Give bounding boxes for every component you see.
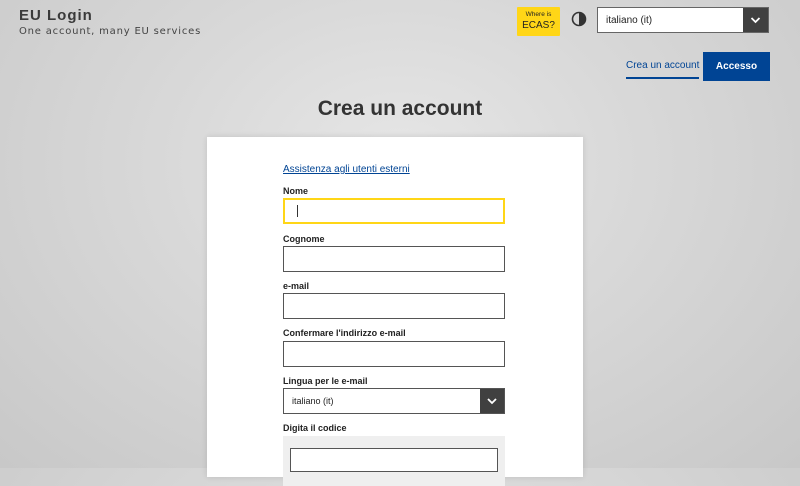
login-button[interactable]: Accesso	[703, 52, 770, 81]
email-input[interactable]	[283, 293, 505, 319]
email-label: e-mail	[283, 281, 310, 291]
email-language-label: Lingua per le e-mail	[283, 376, 368, 386]
first-name-label: Nome	[283, 186, 309, 196]
captcha-label: Digita il codice	[283, 423, 347, 433]
language-select-value: italiano (it)	[606, 15, 653, 26]
header: EU Login One account, many EU services W…	[0, 0, 800, 50]
brand-tagline: One account, many EU services	[19, 26, 202, 37]
ecas-badge-line1: Where is	[525, 11, 552, 18]
email-language-value: italiano (it)	[292, 396, 334, 406]
registration-form: Assistenza agli utenti esterni Nome Cogn…	[207, 137, 583, 486]
ecas-badge-line2: ECAS?	[522, 19, 555, 31]
text-caret	[297, 205, 298, 217]
first-name-input[interactable]	[283, 198, 505, 224]
contrast-icon[interactable]	[571, 11, 587, 27]
last-name-label: Cognome	[283, 234, 325, 244]
page-title: Crea un account	[317, 97, 483, 120]
where-is-ecas-button[interactable]: Where is ECAS?	[517, 7, 560, 36]
captcha-box	[283, 436, 505, 486]
external-user-support-link[interactable]: Assistenza agli utenti esterni	[283, 164, 410, 175]
confirm-email-label: Confermare l'indirizzo e-mail	[283, 328, 406, 338]
create-account-link[interactable]: Crea un account	[626, 60, 700, 79]
language-select[interactable]: italiano (it)	[597, 7, 769, 33]
chevron-down-icon[interactable]	[480, 389, 504, 413]
brand-title: EU Login	[19, 7, 93, 24]
last-name-input[interactable]	[283, 246, 505, 272]
captcha-input[interactable]	[290, 448, 498, 472]
email-language-select[interactable]: italiano (it)	[283, 388, 505, 414]
chevron-down-icon[interactable]	[743, 8, 768, 32]
confirm-email-input[interactable]	[283, 341, 505, 367]
